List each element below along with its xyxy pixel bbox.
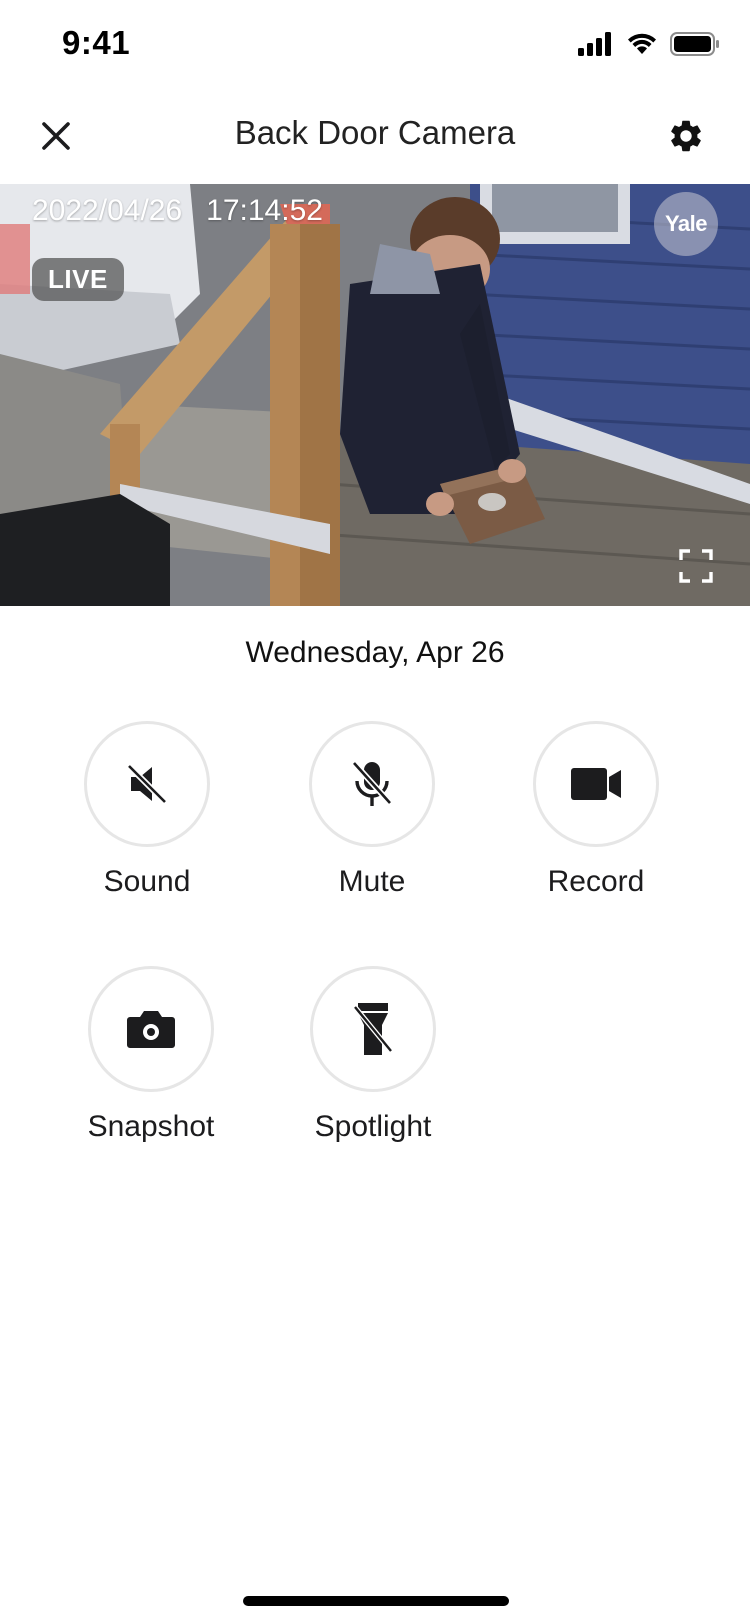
record-circle bbox=[533, 721, 659, 847]
sound-label: Sound bbox=[103, 865, 191, 898]
camera-scene bbox=[0, 184, 750, 606]
status-bar: 9:41 bbox=[0, 0, 750, 92]
wifi-icon bbox=[628, 33, 656, 54]
status-time: 9:41 bbox=[62, 24, 131, 61]
spotlight-label: Spotlight bbox=[314, 1110, 432, 1143]
flashlight-off-icon bbox=[353, 1003, 393, 1055]
gear-icon bbox=[671, 120, 701, 152]
speaker-muted-icon bbox=[126, 763, 168, 805]
fullscreen-button[interactable] bbox=[678, 548, 714, 584]
video-date: 2022/04/26 bbox=[32, 194, 183, 227]
live-badge: LIVE bbox=[32, 258, 124, 301]
video-camera-icon bbox=[571, 768, 621, 800]
camera-icon bbox=[127, 1011, 175, 1048]
mute-button[interactable]: Mute bbox=[277, 721, 467, 899]
signal-icon bbox=[578, 32, 611, 56]
snapshot-label: Snapshot bbox=[87, 1110, 215, 1143]
date-label: Wednesday, Apr 26 bbox=[245, 636, 505, 669]
mute-label: Mute bbox=[338, 865, 406, 898]
live-video-feed[interactable]: 2022/04/26 17:14:52 LIVE Yale bbox=[0, 184, 750, 606]
microphone-off-icon bbox=[351, 760, 393, 806]
settings-button[interactable] bbox=[660, 110, 712, 162]
record-button[interactable]: Record bbox=[501, 721, 691, 899]
battery-icon bbox=[670, 32, 719, 56]
record-label: Record bbox=[547, 865, 645, 898]
sound-button[interactable]: Sound bbox=[52, 721, 242, 899]
spotlight-circle bbox=[310, 966, 436, 1092]
video-time: 17:14:52 bbox=[206, 194, 323, 227]
sound-circle bbox=[84, 721, 210, 847]
home-indicator[interactable] bbox=[243, 1596, 509, 1606]
snapshot-button[interactable]: Snapshot bbox=[56, 966, 246, 1144]
page-title: Back Door Camera bbox=[234, 114, 516, 151]
mute-circle bbox=[309, 721, 435, 847]
yale-logo: Yale bbox=[654, 192, 718, 256]
status-icons bbox=[578, 32, 720, 56]
header: Back Door Camera bbox=[0, 92, 750, 184]
fullscreen-icon bbox=[679, 549, 713, 583]
spotlight-button[interactable]: Spotlight bbox=[278, 966, 468, 1144]
snapshot-circle bbox=[88, 966, 214, 1092]
video-timestamp: 2022/04/26 17:14:52 bbox=[32, 194, 323, 228]
